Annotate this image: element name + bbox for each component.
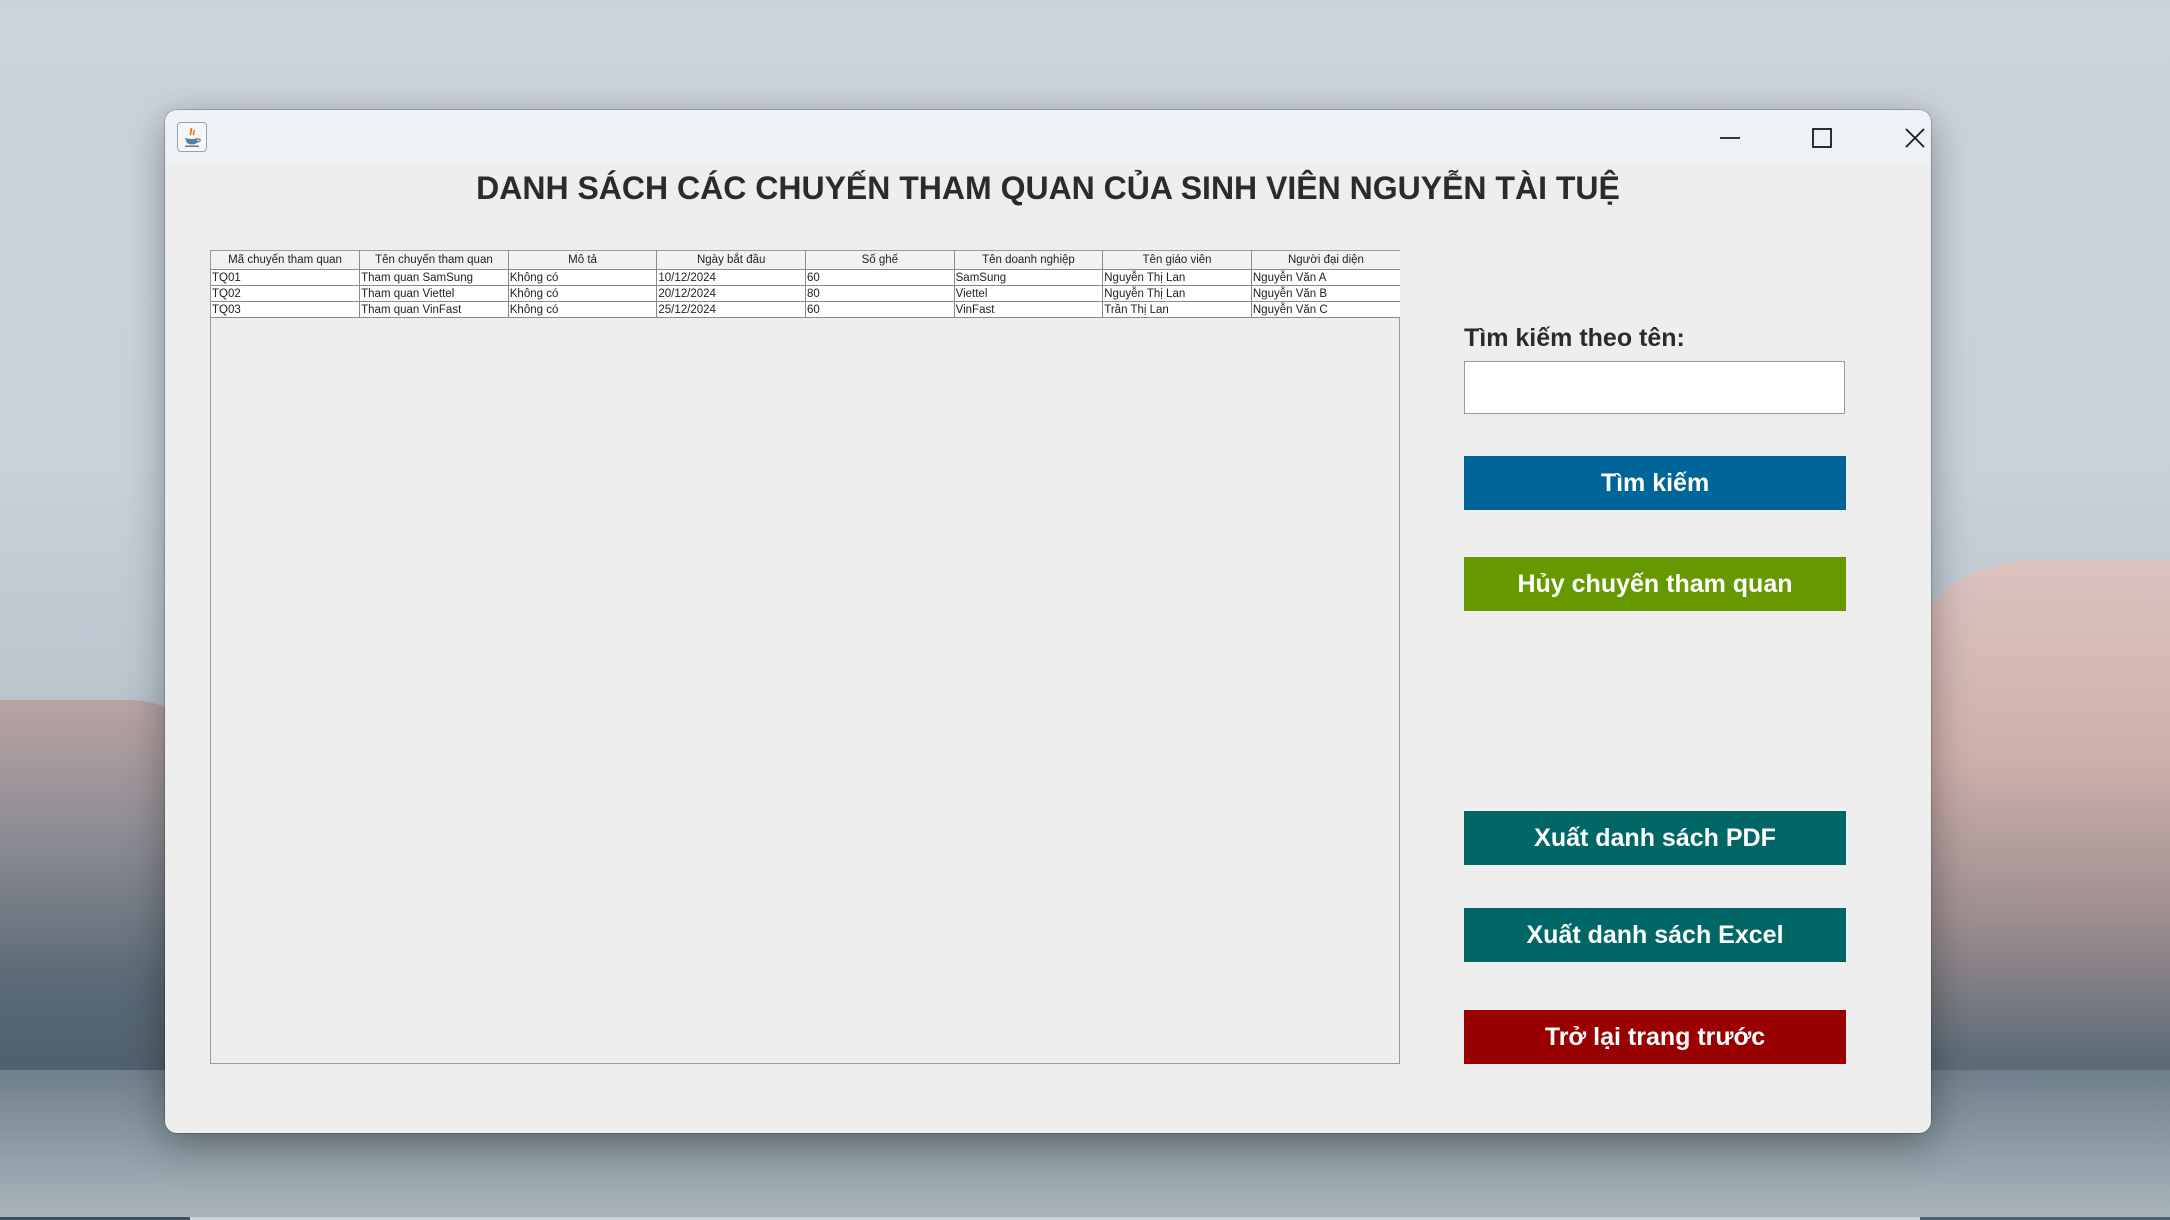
app-window: DANH SÁCH CÁC CHUYẾN THAM QUAN CỦA SINH …	[165, 110, 1931, 1133]
column-header-ma-chuyen[interactable]: Mã chuyến tham quan	[211, 251, 361, 270]
minimize-button[interactable]	[1684, 110, 1776, 166]
table-row[interactable]: TQ03 Tham quan VinFast Không có 25/12/20…	[211, 301, 1400, 318]
column-header-ten-doanh-nghiep[interactable]: Tên doanh nghiệp	[953, 251, 1104, 270]
table-cell[interactable]: Không có	[507, 301, 658, 318]
maximize-button[interactable]	[1776, 110, 1868, 166]
column-header-so-ghe[interactable]: Số ghế	[805, 251, 955, 270]
table-cell[interactable]: Không có	[507, 269, 658, 286]
column-header-ten-chuyen[interactable]: Tên chuyến tham quan	[359, 251, 509, 270]
java-app-icon[interactable]	[177, 122, 207, 152]
table-cell[interactable]: TQ02	[211, 285, 361, 302]
table-cell[interactable]: 80	[805, 285, 955, 302]
table-cell[interactable]: Nguyễn Văn C	[1250, 301, 1400, 318]
page-title: DANH SÁCH CÁC CHUYẾN THAM QUAN CỦA SINH …	[476, 170, 1620, 206]
table-cell[interactable]: TQ01	[211, 269, 361, 286]
table-row[interactable]: TQ01 Tham quan SamSung Không có 10/12/20…	[211, 269, 1400, 286]
table-cell[interactable]: 60	[805, 301, 955, 318]
column-header-mo-ta[interactable]: Mô tả	[507, 251, 658, 270]
table-cell[interactable]: TQ03	[211, 301, 361, 318]
table-cell[interactable]: Viettel	[953, 285, 1104, 302]
back-button[interactable]: Trở lại trang trước	[1464, 1010, 1846, 1064]
table-cell[interactable]: 10/12/2024	[656, 269, 806, 286]
table-cell[interactable]: SamSung	[953, 269, 1104, 286]
table-row[interactable]: TQ02 Tham quan Viettel Không có 20/12/20…	[211, 285, 1400, 302]
export-excel-button[interactable]: Xuất danh sách Excel	[1464, 908, 1846, 962]
table-cell[interactable]: 20/12/2024	[656, 285, 806, 302]
maximize-icon	[1812, 128, 1832, 148]
close-icon	[1905, 128, 1925, 148]
column-header-nguoi-dai-dien[interactable]: Người đại diện	[1250, 251, 1400, 270]
table-cell[interactable]: Nguyễn Văn A	[1250, 269, 1400, 286]
column-header-ten-giao-vien[interactable]: Tên giáo viên	[1102, 251, 1252, 270]
table-cell[interactable]: 60	[805, 269, 955, 286]
search-button[interactable]: Tìm kiếm	[1464, 456, 1846, 510]
export-pdf-button[interactable]: Xuất danh sách PDF	[1464, 811, 1846, 865]
table-cell[interactable]: VinFast	[953, 301, 1104, 318]
minimize-icon	[1720, 137, 1740, 139]
table-header-row: Mã chuyến tham quan Tên chuyến tham quan…	[211, 251, 1400, 270]
table-cell[interactable]: Nguyễn Văn B	[1250, 285, 1400, 302]
search-input[interactable]	[1464, 361, 1845, 414]
title-bar[interactable]	[165, 110, 1931, 166]
table-cell[interactable]: Nguyễn Thị Lan	[1102, 285, 1252, 302]
table-cell[interactable]: Tham quan Viettel	[359, 285, 509, 302]
table-cell[interactable]: Không có	[507, 285, 658, 302]
search-label: Tìm kiếm theo tên:	[1464, 324, 1685, 352]
table-cell[interactable]: 25/12/2024	[656, 301, 806, 318]
cancel-trip-button[interactable]: Hủy chuyến tham quan	[1464, 557, 1846, 611]
table-cell[interactable]: Tham quan SamSung	[359, 269, 509, 286]
table-cell[interactable]: Tham quan VinFast	[359, 301, 509, 318]
column-header-ngay-bat-dau[interactable]: Ngày bắt đầu	[656, 251, 806, 270]
trips-table[interactable]: Mã chuyến tham quan Tên chuyến tham quan…	[211, 251, 1400, 318]
close-button[interactable]	[1869, 110, 1931, 166]
table-cell[interactable]: Trần Thị Lan	[1102, 301, 1252, 318]
table-cell[interactable]: Nguyễn Thị Lan	[1102, 269, 1252, 286]
trips-table-scrollpane[interactable]: Mã chuyến tham quan Tên chuyến tham quan…	[210, 250, 1400, 1064]
